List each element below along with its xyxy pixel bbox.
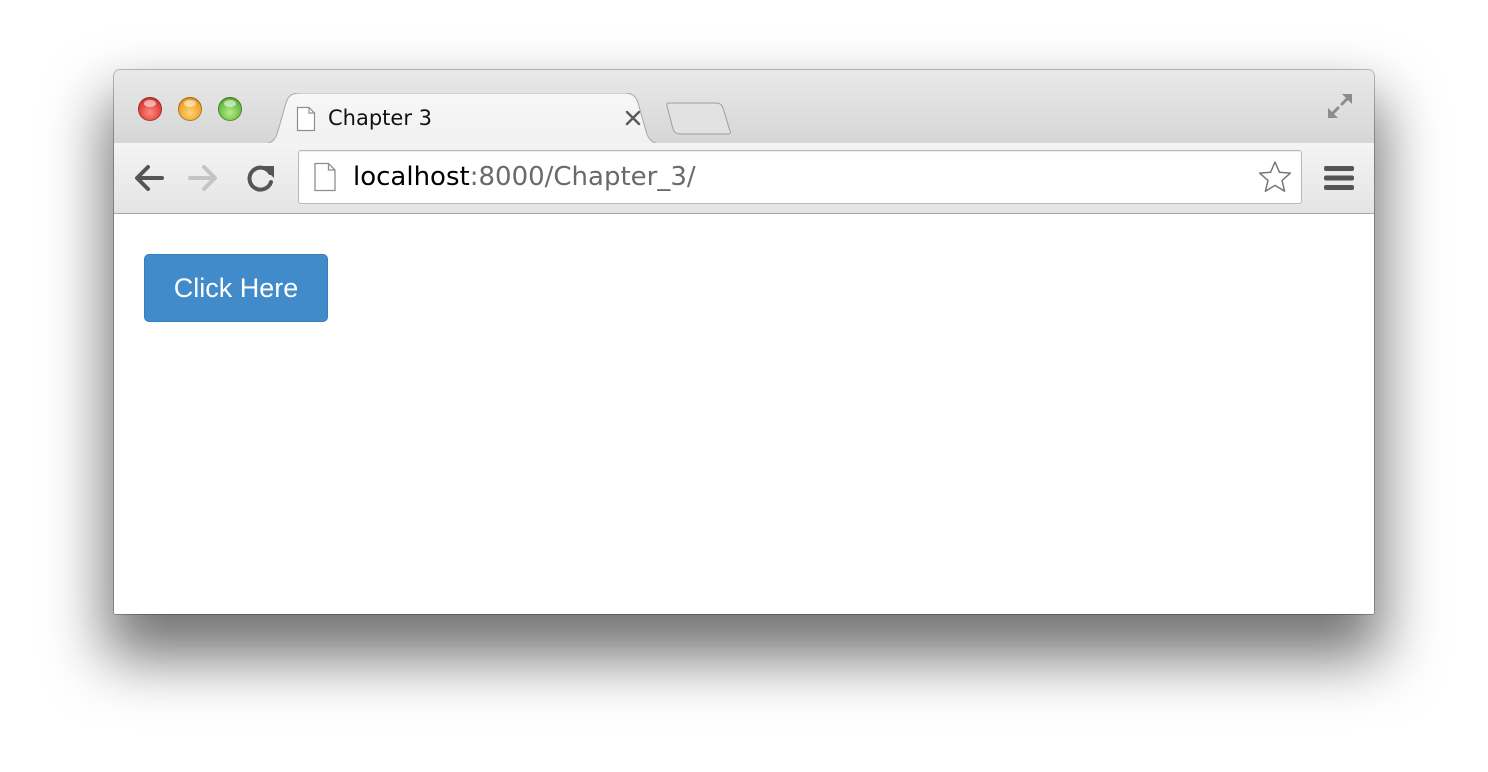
tab-title: Chapter 3: [328, 106, 432, 130]
browser-window: Chapter 3 localhost:8000/Chapter_3/ Clic…: [114, 70, 1374, 614]
url-host: localhost: [353, 162, 470, 192]
title-bar: Chapter 3: [114, 70, 1374, 144]
window-minimize-button[interactable]: [178, 97, 202, 121]
url-text[interactable]: localhost:8000/Chapter_3/: [353, 162, 696, 192]
page-document-icon: [314, 162, 336, 192]
browser-toolbar: localhost:8000/Chapter_3/: [114, 143, 1374, 214]
window-zoom-button[interactable]: [218, 97, 242, 121]
page-content: Click Here: [114, 214, 1374, 614]
url-path: :8000/Chapter_3/: [469, 162, 696, 192]
tab-shape: [262, 93, 662, 144]
arrow-right-icon[interactable]: [186, 161, 220, 195]
reload-icon[interactable]: [244, 161, 278, 195]
star-icon[interactable]: [1257, 159, 1293, 195]
tab-chapter-3[interactable]: Chapter 3: [262, 93, 662, 144]
address-bar[interactable]: localhost:8000/Chapter_3/: [298, 150, 1302, 204]
arrow-left-icon[interactable]: [132, 161, 166, 195]
window-close-button[interactable]: [138, 97, 162, 121]
new-tab-icon[interactable]: [666, 101, 732, 135]
close-icon[interactable]: [624, 109, 642, 127]
fullscreen-icon[interactable]: [1324, 90, 1356, 122]
hamburger-menu-icon[interactable]: [1322, 163, 1356, 193]
tab-document-icon: [296, 106, 316, 132]
click-here-button[interactable]: Click Here: [144, 254, 328, 322]
screenshot-stage: Chapter 3 localhost:8000/Chapter_3/ Clic…: [0, 0, 1488, 772]
